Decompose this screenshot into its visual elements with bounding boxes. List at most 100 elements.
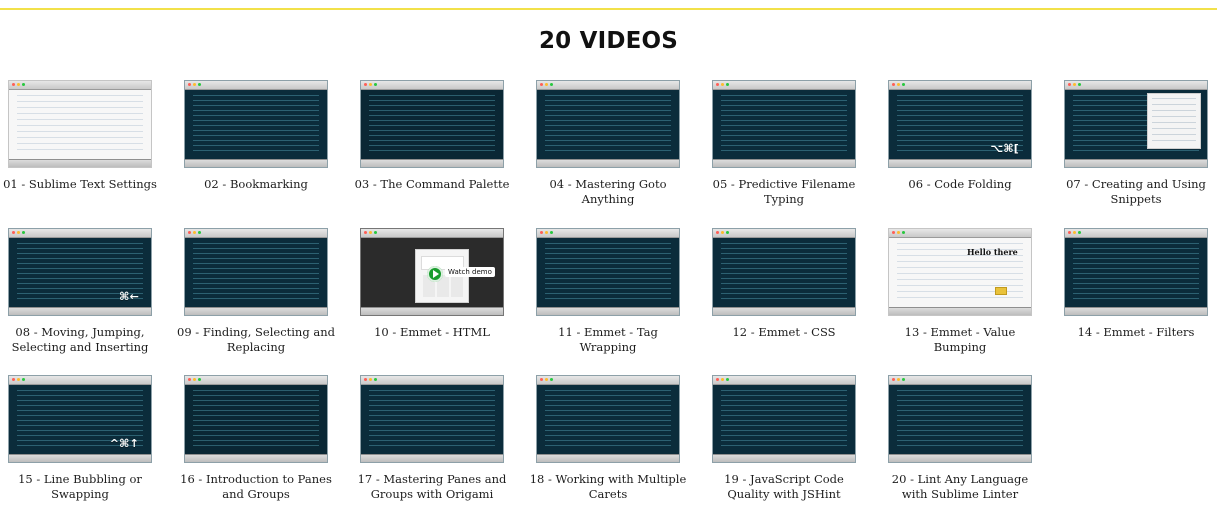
video-thumbnail[interactable]: ⌘← bbox=[8, 228, 152, 316]
video-thumbnail[interactable] bbox=[712, 80, 856, 168]
video-title[interactable]: 17 - Mastering Panes and Groups with Ori… bbox=[352, 472, 512, 502]
video-card-02[interactable]: 02 - Bookmarking bbox=[176, 80, 336, 192]
video-card-01[interactable]: 01 - Sublime Text Settings bbox=[0, 80, 160, 192]
player-controlbar bbox=[361, 454, 503, 462]
player-controlbar bbox=[537, 454, 679, 462]
video-title[interactable]: 16 - Introduction to Panes and Groups bbox=[176, 472, 336, 502]
video-title[interactable]: 20 - Lint Any Language with Sublime Lint… bbox=[880, 472, 1040, 502]
video-card-08[interactable]: ⌘← 08 - Moving, Jumping, Selecting and I… bbox=[0, 228, 160, 355]
video-title[interactable]: 06 - Code Folding bbox=[880, 177, 1040, 192]
video-title[interactable]: 13 - Emmet - Value Bumping bbox=[880, 325, 1040, 355]
video-card-18[interactable]: 18 - Working with Multiple Carets bbox=[528, 375, 688, 502]
player-controlbar bbox=[537, 159, 679, 167]
video-thumbnail[interactable] bbox=[184, 80, 328, 168]
video-thumbnail[interactable]: ^⌘↑ bbox=[8, 375, 152, 463]
video-card-15[interactable]: ^⌘↑ 15 - Line Bubbling or Swapping bbox=[0, 375, 160, 502]
player-controlbar bbox=[713, 307, 855, 315]
video-title[interactable]: 08 - Moving, Jumping, Selecting and Inse… bbox=[0, 325, 160, 355]
video-title[interactable]: 18 - Working with Multiple Carets bbox=[528, 472, 688, 502]
video-title[interactable]: 02 - Bookmarking bbox=[176, 177, 336, 192]
video-card-07[interactable]: 07 - Creating and Using Snippets bbox=[1056, 80, 1216, 207]
window-titlebar bbox=[9, 376, 151, 385]
video-thumbnail[interactable] bbox=[536, 375, 680, 463]
video-title[interactable]: 09 - Finding, Selecting and Replacing bbox=[176, 325, 336, 355]
video-title[interactable]: 05 - Predictive Filename Typing bbox=[704, 177, 864, 207]
video-card-03[interactable]: 03 - The Command Palette bbox=[352, 80, 512, 192]
player-controlbar bbox=[889, 454, 1031, 462]
editor-lines bbox=[545, 243, 671, 303]
video-thumbnail[interactable] bbox=[1064, 80, 1208, 168]
window-titlebar bbox=[713, 229, 855, 238]
player-controlbar bbox=[537, 307, 679, 315]
video-card-05[interactable]: 05 - Predictive Filename Typing bbox=[704, 80, 864, 207]
video-thumbnail[interactable] bbox=[360, 375, 504, 463]
video-card-14[interactable]: 14 - Emmet - Filters bbox=[1056, 228, 1216, 340]
video-title[interactable]: 19 - JavaScript Code Quality with JSHint bbox=[704, 472, 864, 502]
snippets-panel bbox=[1147, 93, 1201, 149]
window-titlebar bbox=[185, 81, 327, 90]
video-thumbnail[interactable] bbox=[712, 228, 856, 316]
video-thumbnail[interactable] bbox=[536, 228, 680, 316]
watch-demo-label: Watch demo bbox=[445, 267, 495, 277]
video-title[interactable]: 07 - Creating and Using Snippets bbox=[1056, 177, 1216, 207]
keyboard-shortcut-overlay: ^⌘↑ bbox=[109, 437, 139, 450]
video-thumbnail[interactable] bbox=[536, 80, 680, 168]
video-card-20[interactable]: 20 - Lint Any Language with Sublime Lint… bbox=[880, 375, 1040, 502]
editor-lines bbox=[721, 243, 847, 303]
video-thumbnail[interactable] bbox=[360, 80, 504, 168]
editor-lines bbox=[17, 95, 143, 155]
video-thumbnail[interactable] bbox=[8, 80, 152, 168]
editor-lines bbox=[545, 95, 671, 155]
play-icon bbox=[427, 266, 443, 282]
video-thumbnail[interactable] bbox=[712, 375, 856, 463]
player-controlbar bbox=[9, 159, 151, 167]
player-controlbar bbox=[889, 159, 1031, 167]
video-card-13[interactable]: Hello there 13 - Emmet - Value Bumping bbox=[880, 228, 1040, 355]
video-card-17[interactable]: 17 - Mastering Panes and Groups with Ori… bbox=[352, 375, 512, 502]
video-title[interactable]: 03 - The Command Palette bbox=[352, 177, 512, 192]
video-thumbnail[interactable] bbox=[184, 228, 328, 316]
window-titlebar bbox=[889, 376, 1031, 385]
video-thumbnail[interactable] bbox=[1064, 228, 1208, 316]
video-card-12[interactable]: 12 - Emmet - CSS bbox=[704, 228, 864, 340]
video-thumbnail[interactable] bbox=[888, 375, 1032, 463]
editor-lines bbox=[897, 390, 1023, 450]
video-title[interactable]: 01 - Sublime Text Settings bbox=[0, 177, 160, 192]
hello-there-heading: Hello there bbox=[967, 247, 1018, 257]
player-controlbar bbox=[713, 454, 855, 462]
editor-lines bbox=[193, 243, 319, 303]
video-card-09[interactable]: 09 - Finding, Selecting and Replacing bbox=[176, 228, 336, 355]
video-title[interactable]: 10 - Emmet - HTML bbox=[352, 325, 512, 340]
video-title[interactable]: 15 - Line Bubbling or Swapping bbox=[0, 472, 160, 502]
videos-grid: 01 - Sublime Text Settings 02 - Bookmark… bbox=[0, 0, 1217, 517]
window-titlebar bbox=[1065, 229, 1207, 238]
keyboard-shortcut-overlay: ⌥⌘[ bbox=[990, 142, 1019, 155]
editor-lines bbox=[193, 95, 319, 155]
video-thumbnail[interactable]: Hello there bbox=[888, 228, 1032, 316]
window-titlebar bbox=[361, 229, 503, 238]
window-titlebar bbox=[537, 229, 679, 238]
editor-lines bbox=[721, 390, 847, 450]
video-title[interactable]: 12 - Emmet - CSS bbox=[704, 325, 864, 340]
video-thumbnail[interactable] bbox=[184, 375, 328, 463]
editor-lines bbox=[545, 390, 671, 450]
video-title[interactable]: 04 - Mastering Goto Anything bbox=[528, 177, 688, 207]
video-title[interactable]: 11 - Emmet - Tag Wrapping bbox=[528, 325, 688, 355]
player-controlbar bbox=[9, 307, 151, 315]
player-controlbar bbox=[361, 307, 503, 315]
editor-lines bbox=[193, 390, 319, 450]
video-title[interactable]: 14 - Emmet - Filters bbox=[1056, 325, 1216, 340]
player-controlbar bbox=[1065, 307, 1207, 315]
video-card-04[interactable]: 04 - Mastering Goto Anything bbox=[528, 80, 688, 207]
video-card-06[interactable]: ⌥⌘[ 06 - Code Folding bbox=[880, 80, 1040, 192]
window-titlebar bbox=[713, 81, 855, 90]
video-card-16[interactable]: 16 - Introduction to Panes and Groups bbox=[176, 375, 336, 502]
video-thumbnail[interactable]: Watch demo bbox=[360, 228, 504, 316]
editor-lines bbox=[369, 390, 495, 450]
video-card-19[interactable]: 19 - JavaScript Code Quality with JSHint bbox=[704, 375, 864, 502]
video-thumbnail[interactable]: ⌥⌘[ bbox=[888, 80, 1032, 168]
window-titlebar bbox=[9, 229, 151, 238]
video-card-11[interactable]: 11 - Emmet - Tag Wrapping bbox=[528, 228, 688, 355]
window-titlebar bbox=[361, 376, 503, 385]
video-card-10[interactable]: Watch demo 10 - Emmet - HTML bbox=[352, 228, 512, 340]
